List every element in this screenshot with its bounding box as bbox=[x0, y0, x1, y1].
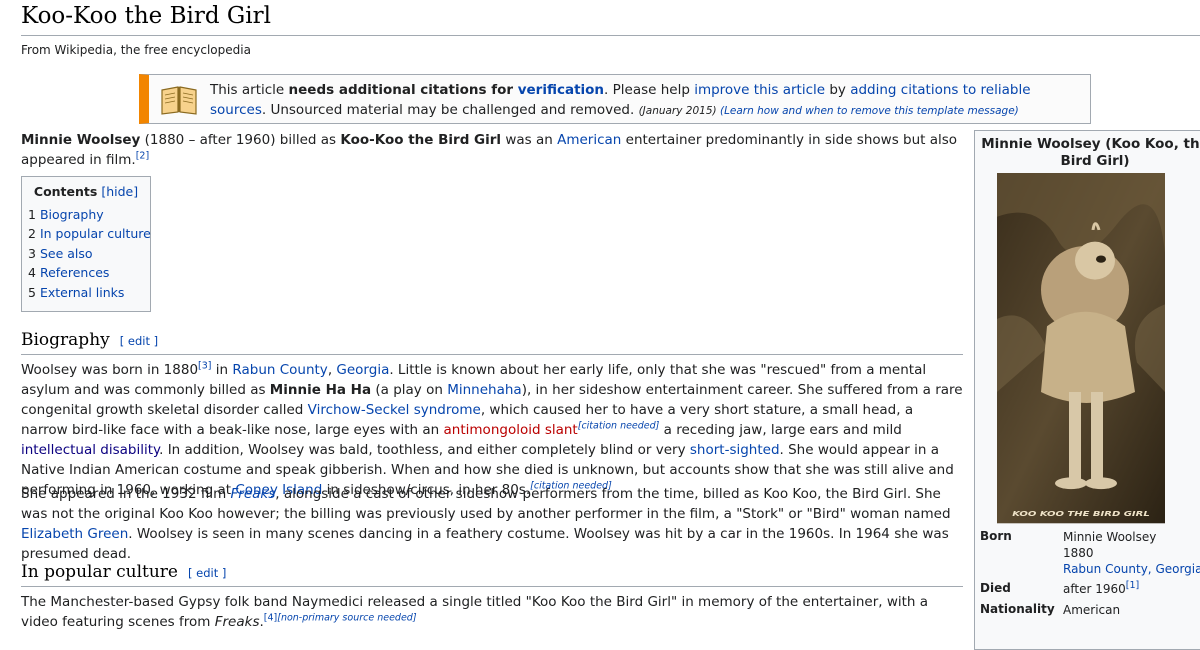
title-divider bbox=[21, 35, 1200, 36]
ref-3-link[interactable]: [3] bbox=[198, 361, 211, 372]
bio-text: (a play on bbox=[371, 382, 448, 398]
toc-number: 1 bbox=[28, 207, 36, 222]
learn-remove-template-link[interactable]: (Learn how and when to remove this templ… bbox=[720, 105, 1019, 117]
toc-heading: Contents bbox=[33, 184, 98, 199]
heading-text: Biography bbox=[21, 330, 110, 350]
edit-biography-link[interactable]: [ edit ] bbox=[120, 334, 158, 348]
citation-needed-link[interactable]: [citation needed] bbox=[578, 421, 660, 432]
virchow-seckel-link[interactable]: Virchow-Seckel syndrome bbox=[308, 402, 481, 418]
born-name: Minnie Woolsey bbox=[1063, 530, 1157, 544]
section-heading-biography: Biography [ edit ] bbox=[21, 330, 158, 350]
toc-number: 5 bbox=[28, 285, 36, 300]
american-link[interactable]: American bbox=[557, 132, 621, 148]
section-divider bbox=[21, 586, 963, 587]
elizabeth-green-link[interactable]: Elizabeth Green bbox=[21, 526, 128, 542]
bio-text: a receding jaw, large ears and mild bbox=[659, 422, 902, 438]
minnehaha-link[interactable]: Minnehaha bbox=[447, 382, 521, 398]
antimongoloid-slant-link[interactable]: antimongoloid slant bbox=[444, 422, 578, 438]
tagline: From Wikipedia, the free encyclopedia bbox=[21, 43, 251, 57]
notice-bold-text: needs additional citations for bbox=[288, 82, 518, 98]
bio-text: She appeared in the 1932 film bbox=[21, 486, 231, 502]
heading-text: In popular culture bbox=[21, 562, 178, 582]
edit-popular-culture-link[interactable]: [ edit ] bbox=[188, 566, 226, 580]
image-caption-text: KOO KOO THE BIRD GIRL bbox=[1012, 510, 1149, 518]
toc-number: 2 bbox=[28, 226, 36, 241]
notice-text: by bbox=[825, 82, 851, 98]
toc-number: 3 bbox=[28, 246, 36, 261]
improve-article-link[interactable]: improve this article bbox=[694, 82, 825, 98]
intro-text: was an bbox=[501, 132, 558, 148]
toc-item-biography[interactable]: 1 Biography bbox=[28, 207, 104, 222]
ref-4-link[interactable]: [4] bbox=[264, 613, 277, 624]
nationality-value: American bbox=[1063, 603, 1121, 617]
verification-link[interactable]: verification bbox=[518, 82, 604, 98]
toc-title: Contents [hide] bbox=[22, 184, 150, 199]
section-heading-popular-culture: In popular culture [ edit ] bbox=[21, 562, 226, 582]
infobox-value: Minnie Woolsey 1880 Rabun County, Georgi… bbox=[1063, 529, 1200, 577]
toc-link[interactable]: See also bbox=[40, 246, 93, 261]
subject-name: Minnie Woolsey bbox=[21, 132, 141, 148]
toc-number: 4 bbox=[28, 265, 36, 280]
table-of-contents: Contents [hide] 1 Biography 2 In popular c… bbox=[21, 176, 151, 312]
bio-text: in bbox=[211, 362, 233, 378]
infobox-title: Minnie Woolsey (Koo Koo, the Bird Girl) bbox=[981, 136, 1200, 169]
bio-text: Woolsey was born in 1880 bbox=[21, 362, 199, 378]
short-sighted-link[interactable]: short-sighted bbox=[690, 442, 780, 458]
toc-hide-link[interactable]: [hide] bbox=[101, 184, 138, 199]
biography-paragraph-1: Woolsey was born in 1880[3] in Rabun Cou… bbox=[21, 360, 964, 500]
toc-item-see-also[interactable]: 3 See also bbox=[28, 246, 93, 261]
notice-date-text: (January 2015) bbox=[638, 105, 717, 117]
infobox: Minnie Woolsey (Koo Koo, the Bird Girl) … bbox=[974, 130, 1200, 650]
born-place-link[interactable]: Rabun County, Georgia bbox=[1063, 562, 1200, 576]
toc-link[interactable]: In popular culture bbox=[40, 226, 151, 241]
died-value: after 1960 bbox=[1063, 582, 1126, 596]
citation-notice-text: This article needs additional citations … bbox=[210, 80, 1090, 121]
intro-paragraph: Minnie Woolsey (1880 – after 1960) bille… bbox=[21, 130, 964, 170]
ref-2-link[interactable]: [2] bbox=[136, 151, 149, 162]
infobox-label: Nationality bbox=[980, 602, 1055, 616]
intro-text: (1880 – after 1960) billed as bbox=[140, 132, 341, 148]
freaks-italic: Freaks bbox=[214, 614, 260, 630]
bio-text: . In addition, Woolsey was bald, toothle… bbox=[159, 442, 690, 458]
infobox-label: Died bbox=[980, 581, 1011, 595]
toc-link[interactable]: References bbox=[40, 265, 109, 280]
toc-item-popular-culture[interactable]: 2 In popular culture bbox=[28, 226, 151, 241]
non-primary-source-link[interactable]: [non-primary source needed] bbox=[277, 613, 416, 624]
toc-item-external-links[interactable]: 5 External links bbox=[28, 285, 124, 300]
intellectual-disability-link[interactable]: intellectual disability bbox=[21, 442, 159, 458]
infobox-label: Born bbox=[980, 529, 1012, 543]
section-divider bbox=[21, 354, 963, 355]
biography-paragraph-2: She appeared in the 1932 film Freaks, al… bbox=[21, 484, 964, 564]
georgia-link[interactable]: Georgia bbox=[336, 362, 389, 378]
freaks-link[interactable]: Freaks bbox=[231, 486, 276, 502]
bold-name: Minnie Ha Ha bbox=[269, 382, 372, 398]
popular-culture-paragraph: The Manchester-based Gypsy folk band Nay… bbox=[21, 592, 964, 632]
book-icon bbox=[161, 86, 197, 115]
notice-date: (January 2015) (Learn how and when to re… bbox=[639, 105, 1019, 117]
notice-text: . Please help bbox=[604, 82, 695, 98]
rabun-county-link[interactable]: Rabun County bbox=[232, 362, 327, 378]
infobox-value: after 1960[1] bbox=[1063, 581, 1139, 597]
page-title: Koo-Koo the Bird Girl bbox=[21, 3, 271, 29]
citation-notice-box: This article needs additional citations … bbox=[139, 74, 1091, 124]
ref-1-link[interactable]: [1] bbox=[1126, 580, 1139, 591]
born-year: 1880 bbox=[1063, 546, 1094, 560]
toc-link[interactable]: External links bbox=[40, 285, 124, 300]
toc-link[interactable]: Biography bbox=[40, 207, 104, 222]
portrait-image[interactable]: KOO KOO THE BIRD GIRL bbox=[997, 173, 1165, 524]
bio-text: . Woolsey is seen in many scenes dancing… bbox=[21, 526, 949, 562]
bold-name: Koo-Koo the Bird Girl bbox=[340, 132, 502, 148]
notice-text: . Unsourced material may be challenged a… bbox=[261, 102, 639, 118]
notice-text: This article bbox=[210, 82, 289, 98]
toc-item-references[interactable]: 4 References bbox=[28, 265, 109, 280]
